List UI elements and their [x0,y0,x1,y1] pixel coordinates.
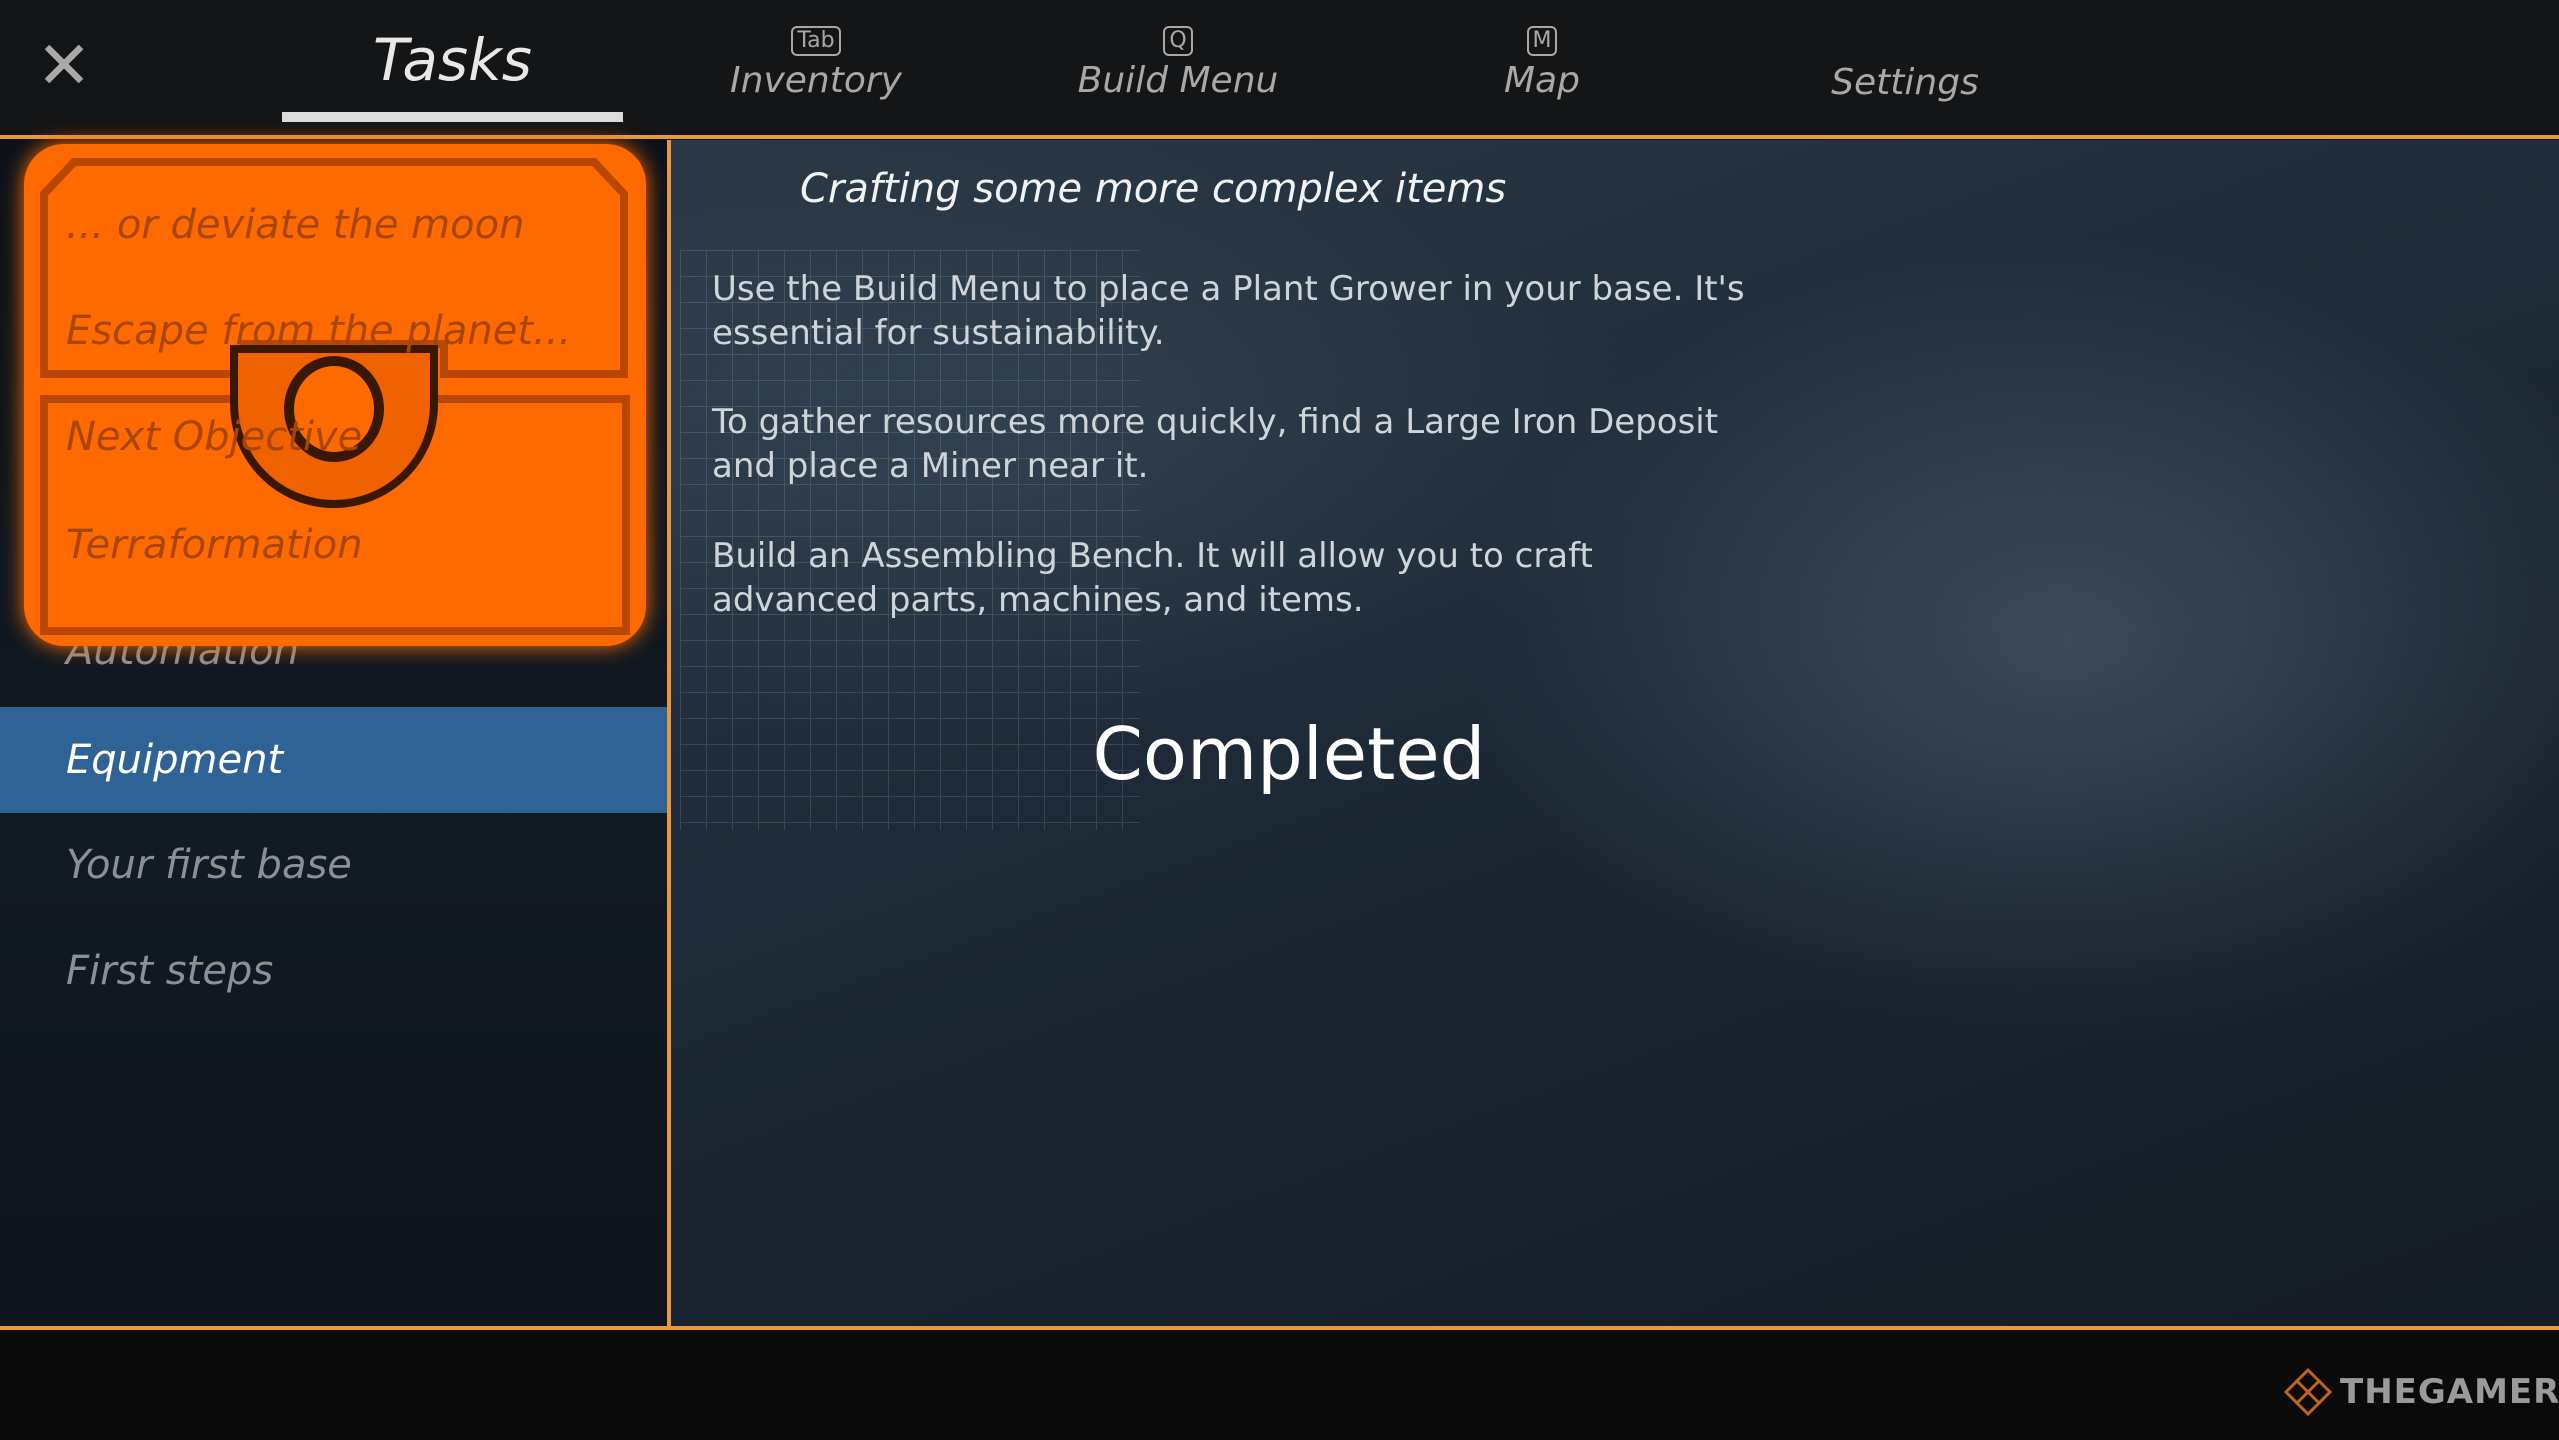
task-item[interactable]: Next Objective [0,384,667,490]
tab-inventory[interactable]: Tab Inventory [666,26,966,101]
task-item[interactable]: ... or deviate the moon [0,172,667,278]
task-item-selected[interactable]: Equipment [0,707,667,813]
close-button[interactable]: ✕ [36,33,92,99]
key-hint-q: Q [1163,26,1193,56]
key-hint-tab: Tab [791,26,841,56]
header-divider [0,135,2559,139]
tab-map[interactable]: M Map [1392,26,1692,101]
thegamer-logo-icon [2283,1367,2333,1417]
key-hint-m: M [1526,26,1558,56]
task-item[interactable]: First steps [0,918,667,1024]
tab-settings[interactable]: Settings [1755,62,2055,103]
tab-label: Build Menu [1077,60,1279,101]
tab-label: Inventory [730,60,902,101]
task-description: To gather resources more quickly, find a… [712,402,1719,486]
task-item[interactable]: Escape from the planet... [0,278,667,384]
tab-build-menu[interactable]: Q Build Menu [1028,26,1328,101]
footer-divider [0,1326,2559,1330]
watermark: THEGAMER [2282,1366,2559,1418]
tab-label: Settings [1831,62,1979,103]
task-title: Crafting some more complex items [800,166,1507,212]
close-x-icon: ✕ [36,27,92,104]
top-nav: ✕ Tasks Tab Inventory Q Build Menu M Map… [0,0,2559,135]
task-description: Build an Assembling Bench. It will allow… [712,536,1593,620]
panel-divider [667,140,671,1328]
task-item[interactable]: Terraformation [0,492,667,598]
watermark-text: THEGAMER [2340,1372,2559,1412]
tab-label: Map [1504,60,1580,101]
task-description: Use the Build Menu to place a Plant Grow… [712,269,1745,353]
task-list: ... or deviate the moon Escape from the … [0,140,667,1328]
tab-tasks[interactable]: Tasks [282,26,623,94]
task-item[interactable]: Your first base [0,812,667,918]
active-tab-underline [282,112,623,122]
status-completed: Completed [1092,712,1486,796]
footer-bar [0,1332,2559,1440]
